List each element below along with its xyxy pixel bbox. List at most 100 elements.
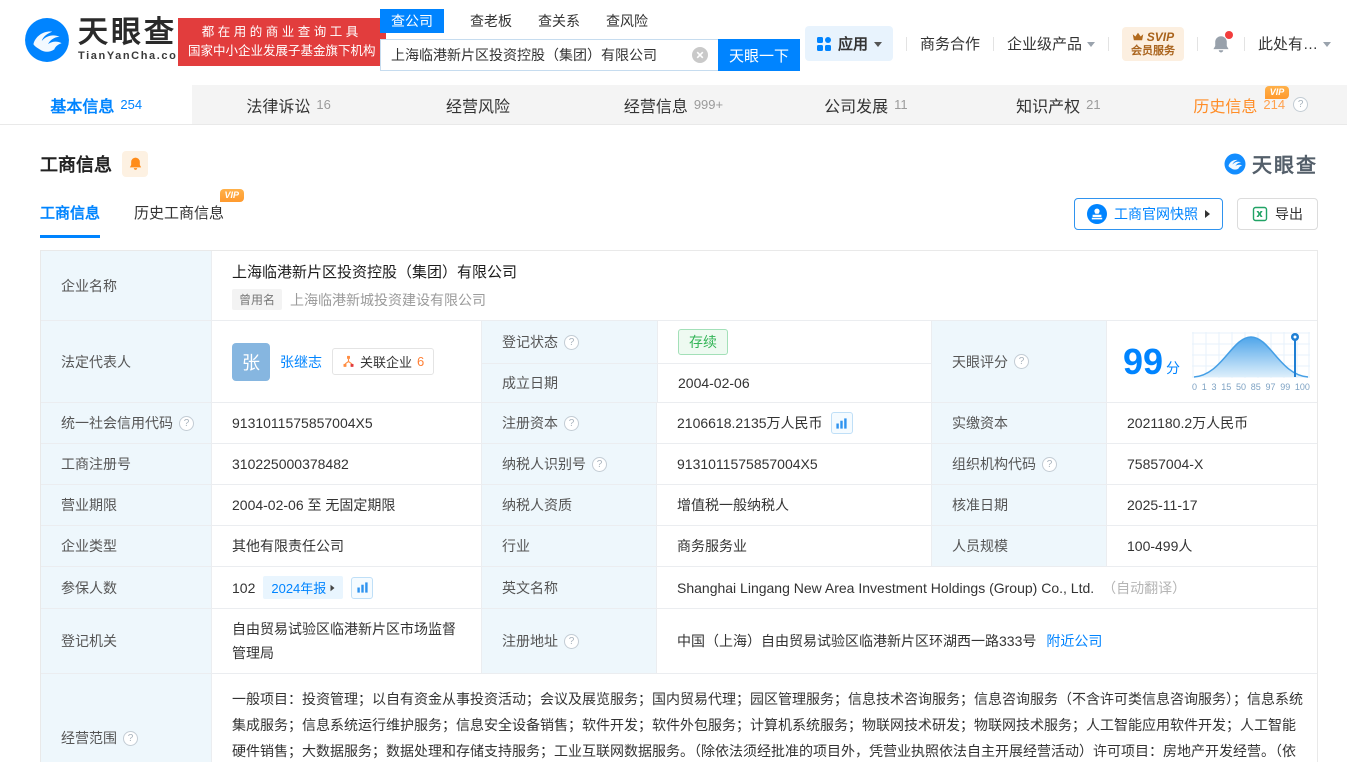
search-input[interactable] bbox=[380, 39, 718, 71]
official-snapshot-button[interactable]: 工商官网快照 bbox=[1074, 198, 1223, 230]
company-name-label: 企业名称 bbox=[41, 251, 211, 320]
business-term-label: 营业期限 bbox=[41, 485, 211, 525]
status-badge: 存续 bbox=[678, 329, 728, 355]
auto-translate-note: （自动翻译） bbox=[1102, 579, 1187, 596]
monitor-bell-button[interactable] bbox=[122, 150, 148, 177]
taxpayer-quality-label: 纳税人资质 bbox=[481, 485, 656, 525]
staff-size-label: 人员规模 bbox=[931, 526, 1106, 566]
search-tabs: 查公司 查老板 查关系 查风险 bbox=[380, 9, 800, 33]
help-icon[interactable]: ? bbox=[564, 415, 579, 431]
promo-line1: 都在用的商业查询工具 bbox=[201, 25, 362, 39]
credit-code-cell: 9131011575857004X5 bbox=[211, 403, 481, 443]
org-code-cell: 75857004-X bbox=[1106, 444, 1317, 484]
company-type-cell: 其他有限责任公司 bbox=[211, 526, 481, 566]
taxpayer-id-label: 纳税人识别号? bbox=[481, 444, 656, 484]
divider bbox=[1243, 36, 1245, 51]
tab-operation-risk[interactable]: 经营风险 bbox=[385, 85, 577, 124]
insured-chart-icon[interactable] bbox=[351, 576, 374, 599]
english-name-cell: Shanghai Lingang New Area Investment Hol… bbox=[656, 567, 1317, 608]
nav-enterprise-products[interactable]: 企业级产品 bbox=[1007, 33, 1095, 54]
search-button[interactable]: 天眼一下 bbox=[718, 39, 800, 71]
tianyancha-logo[interactable]: 天眼查 TianYanCha.com bbox=[24, 17, 189, 63]
taxpayer-quality-cell: 增值税一般纳税人 bbox=[656, 485, 931, 525]
tianyancha-watermark: 天眼查 bbox=[1224, 149, 1318, 178]
help-icon[interactable]: ? bbox=[123, 730, 138, 746]
reg-number-label: 工商注册号 bbox=[41, 444, 211, 484]
header-nav: 应用 商务合作 企业级产品 SVIP 会员服务 此处有… bbox=[804, 26, 1331, 61]
help-icon[interactable]: ? bbox=[564, 633, 579, 649]
chevron-right-icon bbox=[1205, 210, 1210, 218]
table-row: 统一社会信用代码? 9131011575857004X5 注册资本? 21066… bbox=[41, 403, 1317, 444]
table-row: 经营范围? 一般项目：投资管理；以自有资金从事投资活动；会议及展览服务；国内贸易… bbox=[41, 674, 1317, 762]
address-cell: 中国（上海）自由贸易试验区临港新片区环湖西一路333号 附近公司 bbox=[656, 609, 1317, 673]
business-term-cell: 2004-02-06 至 无固定期限 bbox=[211, 485, 481, 525]
search-tab-risk[interactable]: 查风险 bbox=[606, 9, 648, 33]
tab-basic-info[interactable]: 基本信息 254 bbox=[0, 85, 193, 124]
capital-chart-icon[interactable] bbox=[830, 412, 853, 434]
insured-count-label: 参保人数 bbox=[41, 567, 211, 608]
tab-legal-litigation[interactable]: 法律诉讼 16 bbox=[192, 85, 384, 124]
org-network-icon bbox=[342, 355, 355, 368]
taxpayer-id-cell: 9131011575857004X5 bbox=[656, 444, 931, 484]
staff-size-cell: 100-499人 bbox=[1106, 526, 1317, 566]
legal-rep-name-link[interactable]: 张继志 bbox=[280, 352, 322, 372]
help-icon[interactable]: ? bbox=[592, 456, 607, 472]
approval-date-cell: 2025-11-17 bbox=[1106, 485, 1317, 525]
tab-history-info[interactable]: VIP 历史信息 214 ? bbox=[1155, 85, 1347, 124]
insured-count-cell: 102 2024年报 bbox=[211, 567, 481, 608]
paid-capital-cell: 2021180.2万人民币 bbox=[1106, 403, 1317, 443]
table-row: 法定代表人 张 张继志 关联企业 6 登记状态? 存续 成立日期 2004-02… bbox=[41, 321, 1317, 403]
tianyan-score-label: 天眼评分? bbox=[931, 321, 1106, 402]
search-tab-company[interactable]: 查公司 bbox=[380, 9, 444, 33]
help-icon[interactable]: ? bbox=[1042, 456, 1057, 472]
help-icon[interactable]: ? bbox=[179, 415, 194, 431]
help-icon[interactable]: ? bbox=[1014, 354, 1029, 369]
user-account-menu[interactable]: 此处有… bbox=[1258, 33, 1331, 54]
chevron-down-icon bbox=[1323, 42, 1331, 47]
search-tab-relation[interactable]: 查关系 bbox=[538, 9, 580, 33]
legal-rep-avatar[interactable]: 张 bbox=[232, 342, 270, 381]
establish-date-label: 成立日期 bbox=[482, 364, 657, 402]
vip-badge: VIP bbox=[1264, 86, 1290, 99]
nav-business-cooperation[interactable]: 商务合作 bbox=[920, 33, 980, 54]
score-distribution-chart: 0 1 3 15 50 85 97 99 100 bbox=[1192, 331, 1311, 392]
help-icon[interactable]: ? bbox=[564, 334, 579, 350]
chevron-right-icon bbox=[330, 584, 335, 591]
subtab-history-registration[interactable]: VIP 历史工商信息 bbox=[134, 189, 245, 238]
english-name-label: 英文名称 bbox=[481, 567, 656, 608]
tab-business-info[interactable]: 经营信息 999+ bbox=[577, 85, 769, 124]
subtab-business-registration[interactable]: 工商信息 bbox=[40, 202, 101, 238]
apps-menu[interactable]: 应用 bbox=[804, 26, 893, 61]
clear-search-icon[interactable] bbox=[692, 47, 708, 63]
notifications-bell[interactable] bbox=[1211, 30, 1233, 54]
svip-membership-badge[interactable]: SVIP 会员服务 bbox=[1121, 26, 1184, 61]
stamp-icon bbox=[1087, 204, 1107, 224]
score-value: 99 bbox=[1123, 340, 1164, 382]
tianyan-score-cell[interactable]: 99 分 0 1 3 15 50 85 97 99 100 bbox=[1106, 321, 1317, 402]
search-tab-boss[interactable]: 查老板 bbox=[470, 9, 512, 33]
former-name-badge: 曾用名 bbox=[232, 289, 283, 310]
annual-report-badge[interactable]: 2024年报 bbox=[263, 576, 344, 599]
tab-intellectual-property[interactable]: 知识产权 21 bbox=[962, 85, 1154, 124]
registry-cell: 自由贸易试验区临港新片区市场监督管理局 bbox=[211, 609, 481, 673]
business-registration-table: 企业名称 上海临港新片区投资控股（集团）有限公司 曾用名 上海临港新城投资建设有… bbox=[40, 250, 1318, 762]
table-row: 参保人数 102 2024年报 英文名称 Shanghai Lingang Ne… bbox=[41, 567, 1317, 609]
divider bbox=[992, 36, 994, 51]
crown-icon bbox=[1132, 32, 1144, 41]
top-header: 天眼查 TianYanCha.com 都在用的商业查询工具 国家中小企业发展子基… bbox=[0, 0, 1347, 85]
tab-company-development[interactable]: 公司发展 11 bbox=[770, 85, 962, 124]
reg-capital-label: 注册资本? bbox=[481, 403, 656, 443]
vip-badge: VIP bbox=[219, 189, 245, 202]
export-button[interactable]: 导出 bbox=[1237, 198, 1318, 230]
help-icon[interactable]: ? bbox=[1293, 97, 1309, 112]
former-name: 上海临港新城投资建设有限公司 bbox=[290, 291, 487, 308]
table-row: 企业名称 上海临港新片区投资控股（集团）有限公司 曾用名 上海临港新城投资建设有… bbox=[41, 251, 1317, 321]
brand-name: 天眼查 bbox=[78, 16, 177, 49]
nearby-companies-link[interactable]: 附近公司 bbox=[1046, 631, 1102, 651]
legal-rep-label: 法定代表人 bbox=[41, 321, 211, 402]
business-scope-label: 经营范围? bbox=[41, 674, 211, 762]
table-row: 工商注册号 310225000378482 纳税人识别号? 9131011575… bbox=[41, 444, 1317, 485]
related-companies-badge[interactable]: 关联企业 6 bbox=[332, 348, 435, 375]
industry-label: 行业 bbox=[481, 526, 656, 566]
promo-banner: 都在用的商业查询工具 国家中小企业发展子基金旗下机构 bbox=[178, 18, 386, 66]
